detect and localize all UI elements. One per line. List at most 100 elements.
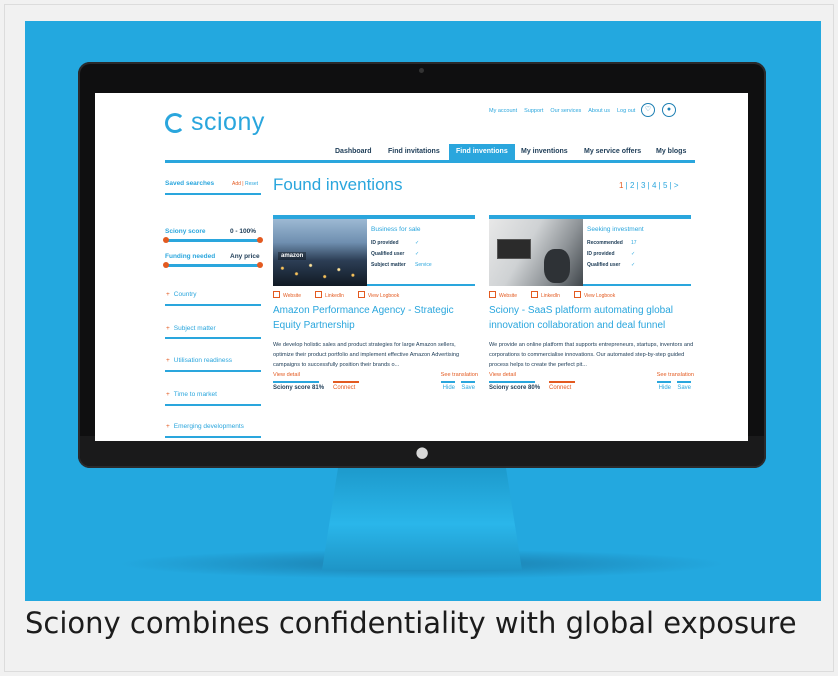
link-our-services[interactable]: Our services (550, 108, 581, 114)
link-label: LinkedIn (324, 293, 344, 299)
invention-card[interactable]: amazon Business for sale ID provided ✓ Q… (273, 215, 478, 425)
card-links: Website LinkedIn View Logbook (489, 291, 615, 299)
card-info: Business for sale ID provided ✓ Qualifie… (367, 219, 475, 286)
card-description: We provide an online platform that suppo… (489, 342, 694, 368)
connect-button[interactable]: Connect (333, 385, 355, 391)
camera (419, 68, 424, 73)
see-translation-link[interactable]: See translation (657, 372, 694, 378)
filter-subject-matter[interactable]: + Subject matter (166, 325, 216, 332)
filter-label: Emerging developments (173, 423, 244, 430)
save-button[interactable]: Save (677, 385, 691, 391)
card-title[interactable]: Amazon Performance Agency - Strategic Eq… (273, 303, 478, 333)
sciony-logo[interactable]: sciony (165, 108, 265, 137)
info-value: Service (415, 262, 432, 268)
card-image[interactable] (489, 219, 583, 286)
nav-my-inventions[interactable]: My inventions (521, 148, 568, 155)
save-bar (461, 381, 475, 383)
link-support[interactable]: Support (524, 108, 543, 114)
filter-label: Utilisation readiness (173, 357, 232, 364)
link-log-out[interactable]: Log out (617, 108, 635, 114)
slider-handle-min[interactable] (163, 237, 169, 243)
image-text: amazon (278, 252, 307, 260)
logo-text: sciony (191, 108, 265, 136)
view-detail-link[interactable]: View detail (273, 372, 300, 378)
website-link[interactable]: Website (273, 291, 301, 299)
page-4[interactable]: 4 (652, 181, 656, 190)
linkedin-icon (530, 291, 538, 298)
page-3[interactable]: 3 (641, 181, 645, 190)
monitor-screen: sciony My account Support Our services A… (95, 93, 748, 441)
save-button[interactable]: Save (461, 385, 475, 391)
linkedin-icon (314, 291, 322, 298)
bell-icon[interactable]: ♡ (641, 103, 655, 117)
link-about-us[interactable]: About us (588, 108, 610, 114)
nav-find-invitations[interactable]: Find invitations (388, 148, 440, 155)
view-detail-link[interactable]: View detail (489, 372, 516, 378)
funding-slider[interactable] (166, 264, 260, 267)
info-label: ID provided (371, 240, 399, 246)
nav-my-blogs[interactable]: My blogs (656, 148, 686, 155)
logbook-icon (357, 291, 365, 298)
figure-caption: Sciony combines confidentiality with glo… (25, 606, 797, 640)
invention-card[interactable]: Seeking investment Recommended 17 ID pro… (489, 215, 694, 425)
sciony-score-value: 0 - 100% (230, 228, 257, 235)
info-label: Qualified user (587, 262, 621, 268)
connect-button[interactable]: Connect (549, 385, 571, 391)
info-label: Recommended (587, 240, 623, 246)
slider-handle-min[interactable] (163, 262, 169, 268)
page-1[interactable]: 1 (619, 181, 623, 190)
card-info: Seeking investment Recommended 17 ID pro… (583, 219, 691, 286)
nav-my-service-offers[interactable]: My service offers (584, 148, 641, 155)
plus-icon: + (166, 291, 170, 298)
card-image[interactable]: amazon (273, 219, 367, 286)
website-icon (489, 291, 496, 298)
filter-utilisation-readiness[interactable]: + Utilisation readiness (166, 357, 232, 364)
card-title[interactable]: Sciony - SaaS platform automating global… (489, 303, 694, 333)
sciony-score-slider[interactable] (166, 239, 260, 242)
link-label: Website (283, 293, 301, 299)
filter-time-to-market[interactable]: + Time to market (166, 391, 217, 398)
hide-bar (441, 381, 455, 383)
user-icon[interactable]: ● (662, 103, 676, 117)
score-bar (273, 381, 319, 383)
figure-frame: ● sciony My account Support Our services… (4, 4, 834, 672)
linkedin-link[interactable]: LinkedIn (530, 291, 560, 299)
divider (165, 436, 261, 438)
page-5[interactable]: 5 (663, 181, 667, 190)
website-icon (273, 291, 280, 298)
hide-bar (657, 381, 671, 383)
website-link[interactable]: Website (489, 291, 517, 299)
filter-label: Time to market (173, 391, 217, 398)
link-my-account[interactable]: My account (489, 108, 517, 114)
filter-label: Country (173, 291, 197, 298)
verified-icon: ✓ (631, 251, 636, 257)
see-translation-link[interactable]: See translation (441, 372, 478, 378)
apple-logo-icon: ● (415, 443, 429, 461)
slider-handle-max[interactable] (257, 237, 263, 243)
verified-icon: ✓ (415, 251, 420, 257)
linkedin-link[interactable]: LinkedIn (314, 291, 344, 299)
nav-dashboard[interactable]: Dashboard (335, 148, 372, 155)
slider-handle-max[interactable] (257, 262, 263, 268)
logbook-link[interactable]: View Logbook (357, 291, 400, 299)
score-bar (489, 381, 535, 383)
sciony-score: Sciony score 80% (489, 385, 541, 391)
monitor-stand (322, 468, 522, 570)
add-link[interactable]: Add (232, 181, 241, 187)
logbook-link[interactable]: View Logbook (573, 291, 615, 299)
next-page[interactable]: > (674, 181, 679, 190)
save-bar (677, 381, 691, 383)
link-label: View Logbook (367, 293, 400, 299)
reset-link[interactable]: Reset (245, 181, 258, 187)
info-label: Subject matter (371, 262, 406, 268)
thumbs-up-count: 17 (631, 240, 637, 246)
plus-icon: + (166, 391, 170, 398)
nav-find-inventions[interactable]: Find inventions (449, 144, 515, 160)
hide-button[interactable]: Hide (659, 385, 671, 391)
hide-button[interactable]: Hide (443, 385, 455, 391)
plus-icon: + (166, 357, 170, 364)
divider (165, 370, 261, 372)
filter-emerging-developments[interactable]: + Emerging developments (166, 423, 244, 430)
filter-country[interactable]: + Country (166, 291, 197, 298)
page-2[interactable]: 2 (630, 181, 634, 190)
